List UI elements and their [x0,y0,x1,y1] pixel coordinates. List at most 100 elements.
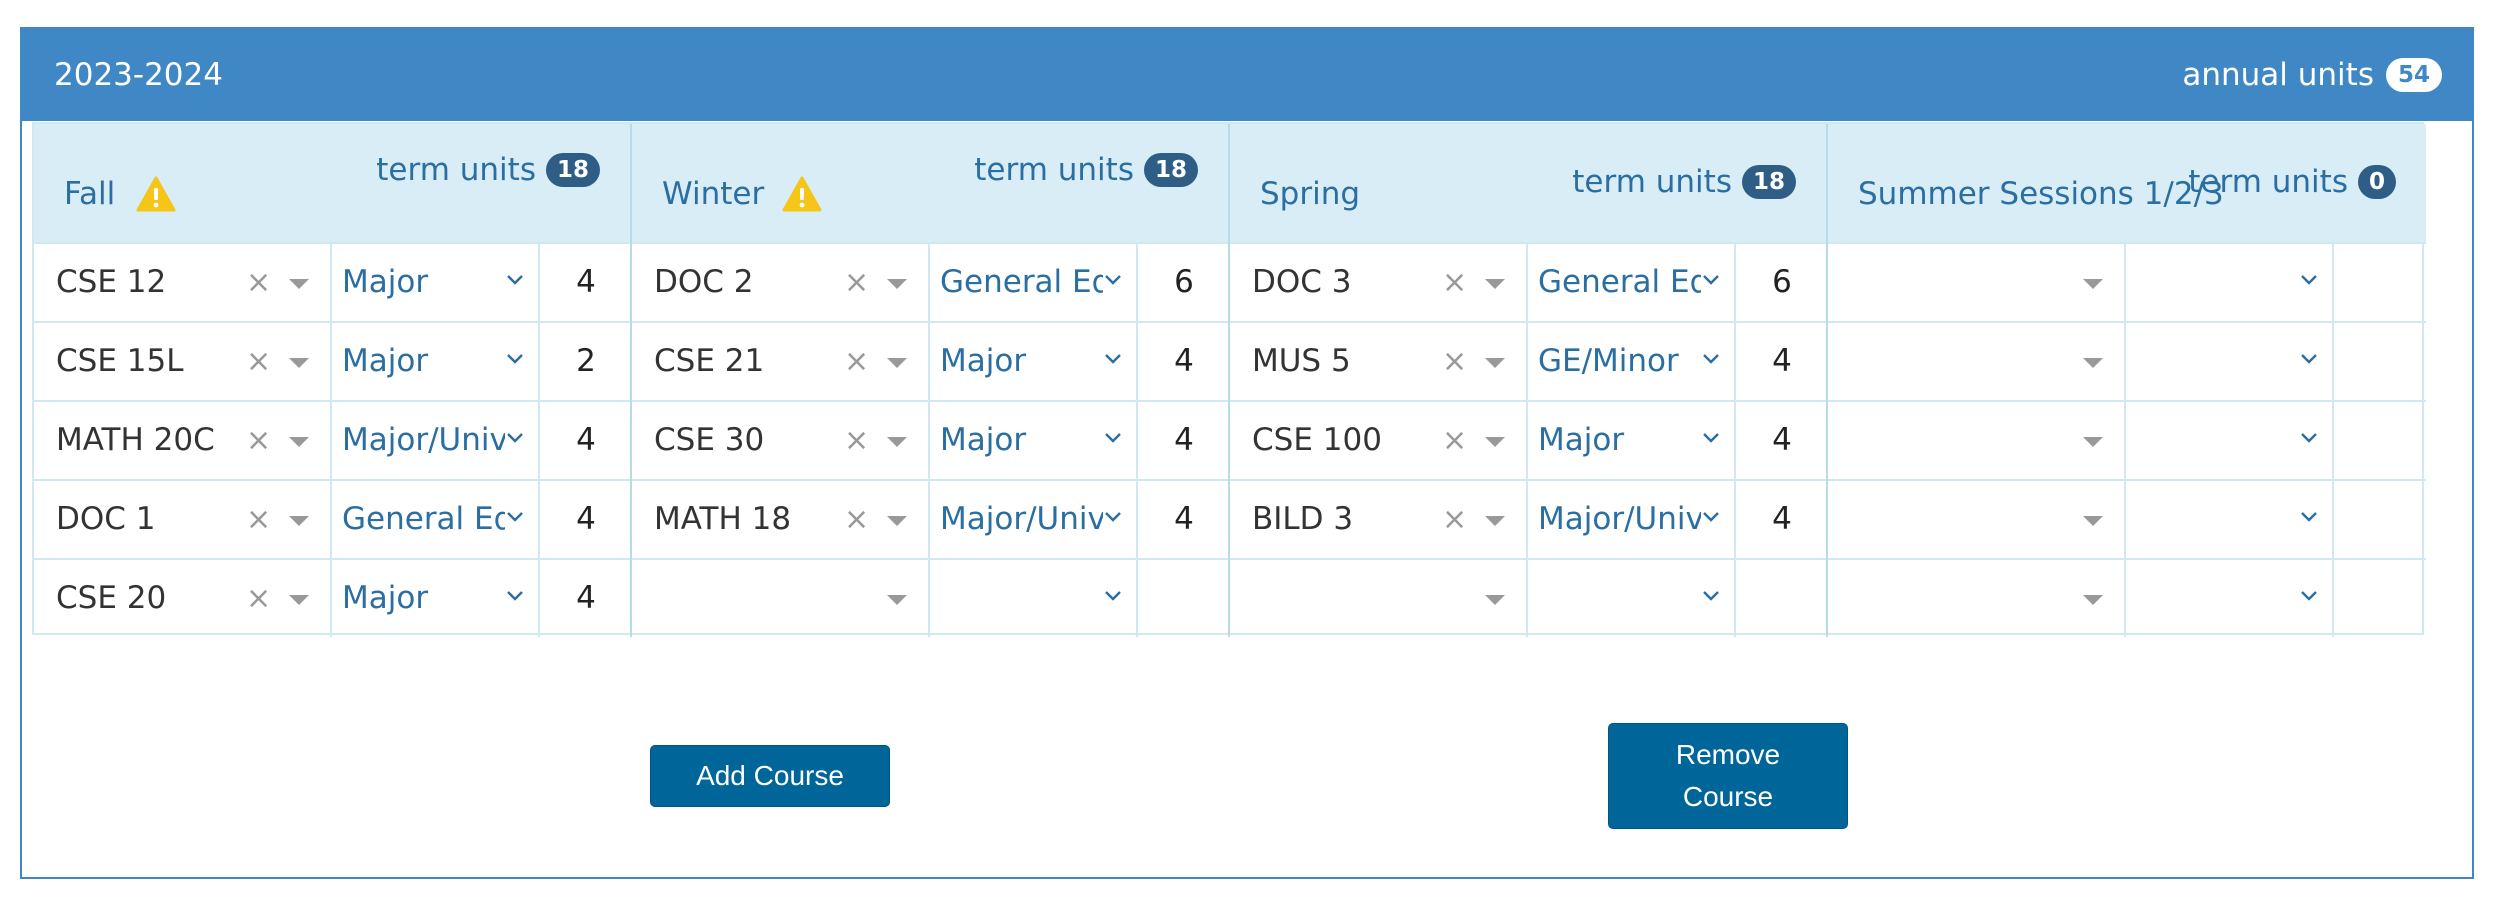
caret-down-icon[interactable] [2083,279,2103,289]
course-select[interactable] [1828,323,2126,400]
course-select[interactable] [1828,244,2126,321]
category-select[interactable] [930,560,1138,637]
course-select[interactable]: DOC 3 × [1230,244,1528,321]
clear-x-icon[interactable]: × [246,481,271,558]
category-value: Major [1538,422,1625,458]
caret-down-icon[interactable] [887,358,907,368]
caret-down-icon[interactable] [2083,358,2103,368]
chevron-down-icon[interactable] [2300,353,2318,365]
category-select[interactable]: GE/Minor [1528,323,1736,400]
caret-down-icon[interactable] [887,516,907,526]
chevron-down-icon[interactable] [506,432,524,444]
course-select[interactable]: DOC 2 × [632,244,930,321]
category-select[interactable]: Major [332,560,540,637]
category-select[interactable]: General Education [930,244,1138,321]
clear-x-icon[interactable]: × [1442,402,1467,479]
term-units: term units 18 [974,152,1198,188]
course-select[interactable]: CSE 12 × [34,244,332,321]
course-select[interactable]: MUS 5 × [1230,323,1528,400]
chevron-down-icon[interactable] [506,353,524,365]
clear-x-icon[interactable]: × [844,323,869,400]
caret-down-icon[interactable] [2083,516,2103,526]
chevron-down-icon[interactable] [1702,590,1720,602]
course-select[interactable]: CSE 15L × [34,323,332,400]
clear-x-icon[interactable]: × [246,402,271,479]
course-select[interactable] [1828,402,2126,479]
caret-down-icon[interactable] [2083,595,2103,605]
course-select[interactable] [1230,560,1528,637]
caret-down-icon[interactable] [289,358,309,368]
category-select[interactable]: General Education [1528,244,1736,321]
caret-down-icon[interactable] [1485,279,1505,289]
units-value: 4 [576,264,596,300]
caret-down-icon[interactable] [1485,595,1505,605]
chevron-down-icon[interactable] [2300,274,2318,286]
chevron-down-icon[interactable] [1702,353,1720,365]
caret-down-icon[interactable] [887,437,907,447]
chevron-down-icon[interactable] [1702,274,1720,286]
caret-down-icon[interactable] [1485,516,1505,526]
clear-x-icon[interactable]: × [246,244,271,321]
course-select[interactable] [632,560,930,637]
caret-down-icon[interactable] [887,279,907,289]
chevron-down-icon[interactable] [1104,590,1122,602]
course-select[interactable]: CSE 30 × [632,402,930,479]
caret-down-icon[interactable] [289,516,309,526]
chevron-down-icon[interactable] [1702,432,1720,444]
clear-x-icon[interactable]: × [1442,481,1467,558]
chevron-down-icon[interactable] [1104,274,1122,286]
course-select[interactable]: CSE 100 × [1230,402,1528,479]
category-select[interactable]: Major/University [930,481,1138,558]
term-column: Summer Sessions 1/2/3 term units 0 [1828,124,2426,637]
category-select[interactable] [2126,481,2334,558]
chevron-down-icon[interactable] [506,590,524,602]
caret-down-icon[interactable] [289,279,309,289]
chevron-down-icon[interactable] [1104,353,1122,365]
category-select[interactable]: Major [332,323,540,400]
category-select[interactable] [2126,323,2334,400]
category-select[interactable]: General Education [332,481,540,558]
course-select[interactable]: MATH 20C × [34,402,332,479]
category-select[interactable] [2126,402,2334,479]
clear-x-icon[interactable]: × [1442,244,1467,321]
clear-x-icon[interactable]: × [844,244,869,321]
clear-x-icon[interactable]: × [1442,323,1467,400]
chevron-down-icon[interactable] [2300,432,2318,444]
category-select[interactable] [2126,244,2334,321]
category-select[interactable]: Major [930,323,1138,400]
caret-down-icon[interactable] [1485,358,1505,368]
category-select[interactable]: Major/University [1528,481,1736,558]
category-select[interactable]: Major [1528,402,1736,479]
category-select[interactable] [2126,560,2334,637]
category-select[interactable] [1528,560,1736,637]
course-select[interactable]: CSE 21 × [632,323,930,400]
course-select[interactable]: DOC 1 × [34,481,332,558]
clear-x-icon[interactable]: × [246,323,271,400]
chevron-down-icon[interactable] [506,274,524,286]
units-cell: 4 [1736,402,1828,479]
clear-x-icon[interactable]: × [844,481,869,558]
chevron-down-icon[interactable] [1702,511,1720,523]
category-select[interactable]: Major [332,244,540,321]
course-select[interactable]: BILD 3 × [1230,481,1528,558]
chevron-down-icon[interactable] [2300,511,2318,523]
caret-down-icon[interactable] [289,595,309,605]
add-course-button[interactable]: Add Course [650,745,890,807]
caret-down-icon[interactable] [2083,437,2103,447]
chevron-down-icon[interactable] [1104,511,1122,523]
course-select[interactable]: CSE 20 × [34,560,332,637]
clear-x-icon[interactable]: × [844,402,869,479]
chevron-down-icon[interactable] [1104,432,1122,444]
category-select[interactable]: Major [930,402,1138,479]
clear-x-icon[interactable]: × [246,560,271,637]
caret-down-icon[interactable] [1485,437,1505,447]
caret-down-icon[interactable] [289,437,309,447]
caret-down-icon[interactable] [887,595,907,605]
course-select[interactable] [1828,481,2126,558]
chevron-down-icon[interactable] [2300,590,2318,602]
course-select[interactable]: MATH 18 × [632,481,930,558]
remove-course-button[interactable]: Remove Course [1608,723,1848,829]
chevron-down-icon[interactable] [506,511,524,523]
category-select[interactable]: Major/University [332,402,540,479]
course-select[interactable] [1828,560,2126,637]
